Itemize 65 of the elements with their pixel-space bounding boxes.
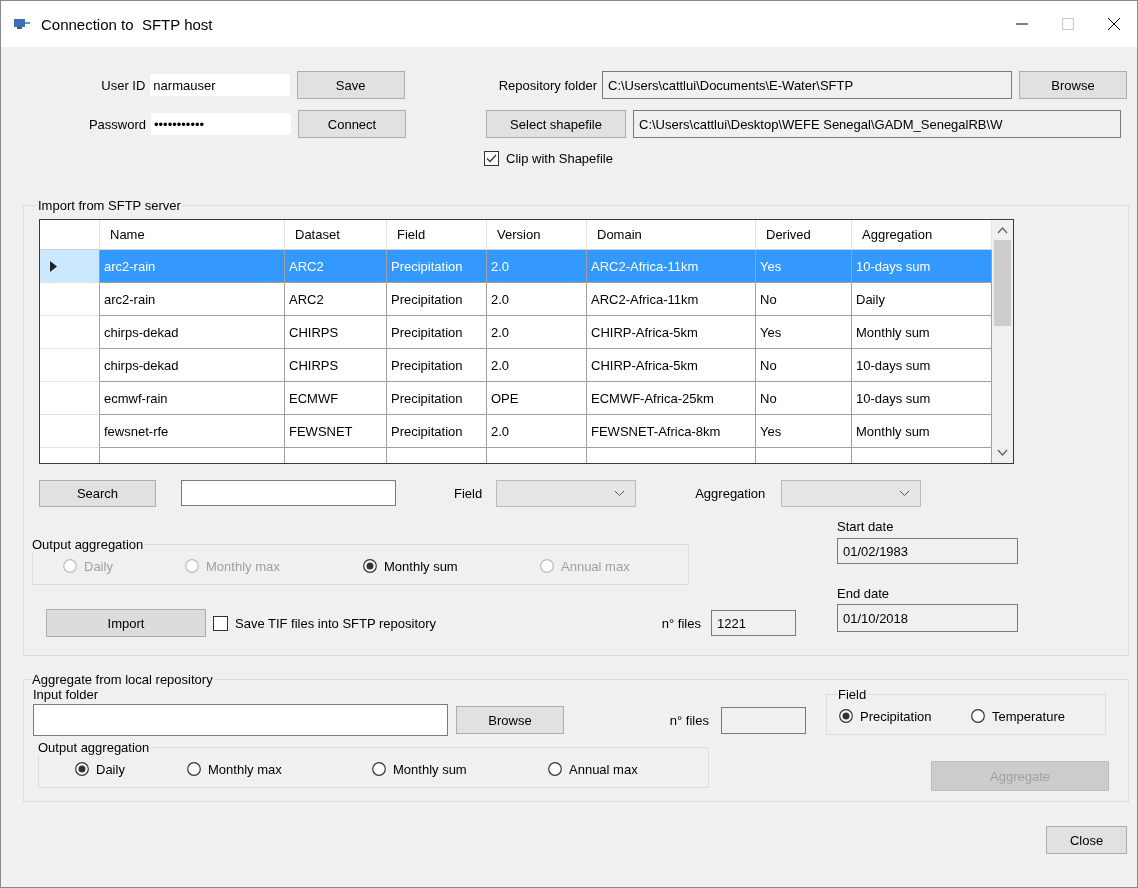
chevron-down-icon [899,489,911,497]
table-row[interactable]: fewsnet-rfe FEWSNET Precipitation 2.0 FEWSNET-Africa-8km Yes Monthly sum [40,415,992,448]
radio-option[interactable]: Monthly sum [372,761,548,777]
radio-icon[interactable] [75,762,89,776]
connect-button[interactable]: Connect [298,110,406,138]
scrollbar[interactable] [992,220,1013,463]
search-field[interactable] [181,480,396,506]
file-count-field[interactable]: 1221 [711,610,796,636]
table-row[interactable]: arc2-rain ARC2 Precipitation 2.0 ARC2-Africa-11km No Daily [40,283,992,316]
field-label: Input folder [33,687,100,702]
radio-icon[interactable] [372,762,386,776]
browse-button[interactable]: Browse [1019,71,1127,99]
import-button[interactable]: Import [46,609,206,637]
user-id-field[interactable]: narmauser [150,74,290,96]
maximize-icon [1061,17,1075,31]
search-button[interactable]: Search [39,479,156,507]
field-label: Start date [837,519,895,534]
radio-icon[interactable] [363,559,377,573]
table-row[interactable]: chirps-dekad CHIRPS Precipitation 2.0 CHIRP-Africa-5km Yes Monthly sum [40,316,992,349]
chevron-down-icon [614,489,626,497]
group-title: Import from SFTP server [37,198,182,213]
field-label: User ID [100,77,146,93]
close-icon [1107,17,1121,31]
group-title: Field [837,687,868,702]
browse-button[interactable]: Browse [456,706,564,734]
file-count-field[interactable] [721,706,806,734]
field-label: n° files [661,615,701,631]
start-date-field[interactable]: 01/02/1983 [837,538,1018,564]
radio-option[interactable]: Temperature [971,708,1105,724]
field-label: End date [837,586,891,601]
field-label: Aggregation [695,485,766,501]
radio-icon[interactable] [187,762,201,776]
group-title: Output aggregation [31,537,145,552]
table-row[interactable]: chirps-dekad CHIRPS Precipitation 2.0 CHIRP-Africa-5km No 10-days sum [40,349,992,382]
radio-icon[interactable] [839,709,853,723]
password-field[interactable]: ••••••••••• [151,113,291,135]
group-title: Output aggregation [37,740,151,755]
checkbox[interactable]: Clip with Shapefile [484,150,613,166]
radio-option[interactable]: Precipitation [839,708,971,724]
input-folder-field[interactable] [33,704,448,736]
save-button[interactable]: Save [296,71,405,99]
window-title: Connection to SFTP host [41,15,214,33]
checkbox-icon[interactable] [484,150,499,166]
radio-option[interactable]: Monthly sum [363,558,540,574]
radio-icon[interactable] [971,709,985,723]
close-button[interactable]: Close [1046,826,1127,854]
radio-option[interactable]: Daily [75,761,187,777]
checkbox[interactable]: Save TIF files into SFTP repository [213,615,437,631]
row-pointer-icon [50,260,57,272]
monitor-icon [13,17,31,31]
select-shapefile-button[interactable]: Select shapefile [486,110,626,138]
field-label: Password [87,116,146,132]
group-title: Aggregate from local repository [31,672,214,687]
shapefile-path-field[interactable]: C:\Users\cattlui\Desktop\WEFE Senegal\GADM_SenegalRB\W [633,110,1121,138]
table-row[interactable]: ecmwf-rain ECMWF Precipitation OPE ECMWF-Africa-25km No 10-days sum [40,382,992,415]
radio-option[interactable]: Annual max [548,761,708,777]
scrollbar-thumb[interactable] [994,240,1011,326]
end-date-field[interactable]: 01/10/2018 [837,604,1018,632]
radio-icon[interactable] [548,762,562,776]
field-label: Field [454,485,483,501]
radio-option[interactable]: Monthly max [187,761,372,777]
field-label: Repository folder [497,77,597,93]
field-label: n° files [669,712,709,728]
repository-folder-field[interactable]: C:\Users\cattlui\Documents\E-Water\SFTP [602,71,1012,99]
checkbox-icon[interactable] [213,615,228,631]
